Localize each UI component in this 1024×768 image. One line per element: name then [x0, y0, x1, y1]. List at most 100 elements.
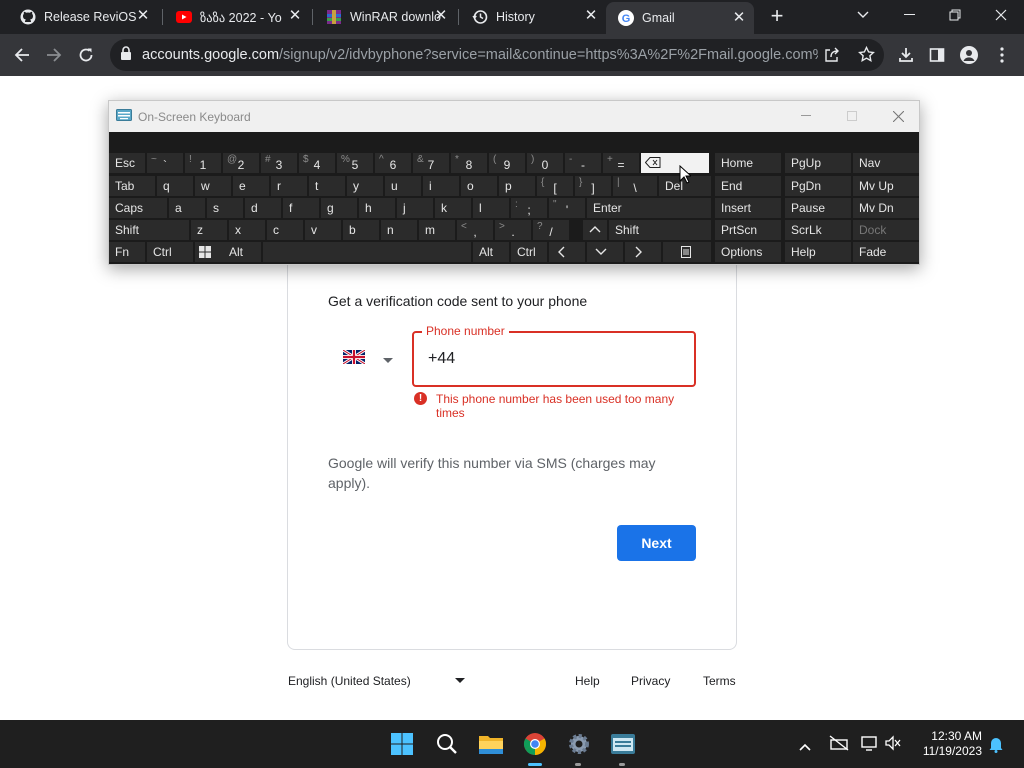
- url-text[interactable]: accounts.google.com/signup/v2/idvbyphone…: [142, 47, 818, 63]
- on-screen-keyboard-app-icon[interactable]: [607, 728, 639, 760]
- tab-history[interactable]: History ✕: [460, 0, 606, 34]
- next-button[interactable]: Next: [617, 525, 696, 561]
- osk-key-k[interactable]: k: [435, 198, 471, 218]
- privacy-link[interactable]: Privacy: [631, 674, 670, 688]
- new-tab-button[interactable]: +: [766, 5, 788, 28]
- osk-key-up-arrow[interactable]: [583, 220, 607, 240]
- osk-key-[interactable]: :;: [511, 198, 547, 218]
- menu-icon[interactable]: [988, 41, 1016, 69]
- osk-key-backspace[interactable]: [641, 153, 709, 173]
- settings-gear-icon[interactable]: [563, 728, 595, 760]
- osk-key-insert[interactable]: Insert: [715, 198, 781, 218]
- phone-number-value[interactable]: +44: [428, 350, 455, 368]
- country-selector[interactable]: [342, 348, 393, 369]
- osk-key-o[interactable]: o: [461, 176, 497, 196]
- bookmark-star-icon[interactable]: [858, 45, 875, 68]
- osk-key-6[interactable]: ^ 6: [375, 153, 411, 173]
- osk-title-bar[interactable]: On-Screen Keyboard: [109, 101, 919, 132]
- volume-muted-icon[interactable]: [884, 735, 902, 756]
- osk-key-[interactable]: + =: [603, 153, 639, 173]
- osk-key-0[interactable]: ) 0: [527, 153, 563, 173]
- osk-key-ctrl-right[interactable]: Ctrl: [511, 242, 547, 262]
- osk-key-mvdn[interactable]: Mv Dn: [853, 198, 919, 218]
- notification-bell-icon[interactable]: [988, 735, 1004, 758]
- network-disconnected-icon[interactable]: [829, 735, 849, 756]
- osk-key-4[interactable]: $4: [299, 153, 335, 173]
- osk-key-[interactable]: }]: [575, 176, 611, 196]
- osk-key-r[interactable]: r: [271, 176, 307, 196]
- osk-key-[interactable]: | \: [613, 176, 657, 196]
- osk-key-pgdn[interactable]: PgDn: [785, 176, 851, 196]
- osk-key-y[interactable]: y: [347, 176, 383, 196]
- osk-key-home[interactable]: Home: [715, 153, 781, 173]
- side-panel-icon[interactable]: [923, 41, 951, 69]
- download-icon[interactable]: [892, 41, 920, 69]
- search-icon[interactable]: [431, 728, 463, 760]
- osk-key-m[interactable]: m: [419, 220, 455, 240]
- osk-key-i[interactable]: i: [423, 176, 459, 196]
- osk-minimize-button[interactable]: [783, 101, 829, 131]
- terms-link[interactable]: Terms: [703, 674, 736, 688]
- osk-close-button[interactable]: [875, 101, 921, 131]
- osk-key-down-arrow[interactable]: [587, 242, 623, 262]
- tab-release-revios[interactable]: Release ReviOS ✕: [8, 0, 158, 34]
- osk-key-l[interactable]: l: [473, 198, 509, 218]
- close-tab-icon[interactable]: ✕: [288, 8, 302, 23]
- osk-key-nav[interactable]: Nav: [853, 153, 919, 173]
- osk-key-n[interactable]: n: [381, 220, 417, 240]
- osk-key-s[interactable]: s: [207, 198, 243, 218]
- osk-key-b[interactable]: b: [343, 220, 379, 240]
- osk-key-[interactable]: ? /: [533, 220, 569, 240]
- osk-key-help[interactable]: Help: [785, 242, 851, 262]
- osk-key-2[interactable]: @2: [223, 153, 259, 173]
- minimize-button[interactable]: [886, 0, 932, 30]
- share-icon[interactable]: [824, 47, 840, 68]
- osk-key-u[interactable]: u: [385, 176, 421, 196]
- help-link[interactable]: Help: [575, 674, 600, 688]
- osk-key-tab[interactable]: Tab: [109, 176, 155, 196]
- osk-key-ctrl[interactable]: Ctrl: [147, 242, 193, 262]
- restore-button[interactable]: [932, 0, 978, 30]
- reload-button[interactable]: [72, 41, 100, 69]
- close-tab-icon[interactable]: ✕: [732, 10, 746, 25]
- chevron-down-icon[interactable]: [455, 678, 465, 683]
- address-bar[interactable]: accounts.google.com/signup/v2/idvbyphone…: [110, 39, 884, 71]
- osk-key-alt[interactable]: Alt: [223, 242, 261, 262]
- osk-key-scrlk[interactable]: ScrLk: [785, 220, 851, 240]
- osk-key-[interactable]: ~ `: [147, 153, 183, 173]
- language-selector[interactable]: English (United States): [288, 674, 411, 688]
- osk-key-[interactable]: --: [565, 153, 601, 173]
- tab-winrar[interactable]: WinRAR downlo ✕: [314, 0, 456, 34]
- file-explorer-icon[interactable]: [475, 728, 507, 760]
- close-tab-icon[interactable]: ✕: [584, 8, 598, 23]
- close-window-button[interactable]: [978, 0, 1024, 30]
- osk-key-3[interactable]: #3: [261, 153, 297, 173]
- osk-key-[interactable]: >.: [495, 220, 531, 240]
- osk-key-h[interactable]: h: [359, 198, 395, 218]
- osk-key-e[interactable]: e: [233, 176, 269, 196]
- osk-key-[interactable]: " ': [549, 198, 585, 218]
- osk-key-space[interactable]: [263, 242, 471, 262]
- osk-key-8[interactable]: * 8: [451, 153, 487, 173]
- osk-key-end[interactable]: End: [715, 176, 781, 196]
- osk-key-g[interactable]: g: [321, 198, 357, 218]
- osk-key-c[interactable]: c: [267, 220, 303, 240]
- osk-key-fn[interactable]: Fn: [109, 242, 145, 262]
- osk-key-mvup[interactable]: Mv Up: [853, 176, 919, 196]
- close-tab-icon[interactable]: ✕: [136, 8, 150, 23]
- tab-gmail[interactable]: G Gmail ✕: [606, 2, 754, 34]
- osk-key-p[interactable]: p: [499, 176, 535, 196]
- osk-key-[interactable]: <,: [457, 220, 493, 240]
- osk-key-pause[interactable]: Pause: [785, 198, 851, 218]
- osk-key-f[interactable]: f: [283, 198, 319, 218]
- chrome-icon[interactable]: [519, 728, 551, 760]
- osk-key-t[interactable]: t: [309, 176, 345, 196]
- osk-key-menu[interactable]: [663, 242, 711, 262]
- osk-key-esc[interactable]: Esc: [109, 153, 145, 173]
- osk-key-z[interactable]: z: [191, 220, 227, 240]
- back-button[interactable]: [8, 41, 36, 69]
- tab-search-icon[interactable]: [840, 0, 886, 30]
- system-clock[interactable]: 12:30 AM 11/19/2023: [912, 729, 982, 759]
- osk-key-7[interactable]: & 7: [413, 153, 449, 173]
- osk-key-w[interactable]: w: [195, 176, 231, 196]
